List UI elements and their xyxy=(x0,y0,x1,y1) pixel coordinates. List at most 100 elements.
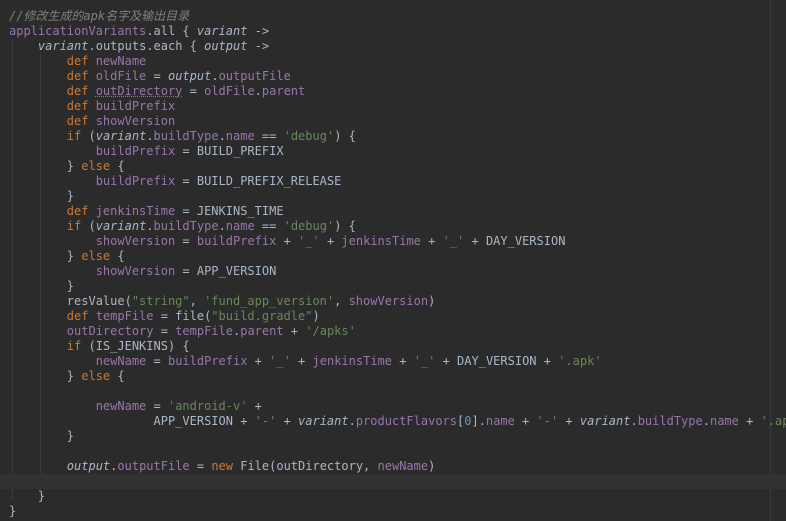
code-token: + xyxy=(276,414,299,428)
code-token: + xyxy=(283,324,306,338)
code-token: buildType xyxy=(153,129,219,143)
code-line[interactable]: if (variant.buildType.name == 'debug') { xyxy=(9,129,786,144)
code-token: outDirectory xyxy=(95,84,183,98)
code-token: '_' xyxy=(298,234,320,248)
code-token: newName xyxy=(95,54,147,68)
code-line[interactable]: def showVersion xyxy=(9,114,786,129)
code-token: = BUILD_PREFIX_RELEASE xyxy=(175,174,342,188)
code-token: ) xyxy=(428,459,436,473)
code-line[interactable]: APP_VERSION + '-' + variant.productFlavo… xyxy=(9,414,786,429)
code-token: variant xyxy=(95,129,147,143)
code-line[interactable]: outDirectory = tempFile.parent + '/apks' xyxy=(9,324,786,339)
code-token: '-' xyxy=(254,414,277,428)
code-token: '_' xyxy=(269,354,291,368)
code-token: { xyxy=(110,249,125,263)
code-line[interactable]: showVersion = buildPrefix + '_' + jenkin… xyxy=(9,234,786,249)
code-token: '_' xyxy=(413,354,436,368)
code-line[interactable]: buildPrefix = BUILD_PREFIX_RELEASE xyxy=(9,174,786,189)
code-token: = xyxy=(146,399,168,413)
code-token: ) { xyxy=(334,219,356,233)
code-line[interactable]: def outDirectory = oldFile.parent xyxy=(9,84,786,99)
code-token: + xyxy=(738,414,761,428)
code-line[interactable]: } xyxy=(9,429,786,444)
code-line[interactable]: } else { xyxy=(9,159,786,174)
code-line[interactable]: } xyxy=(9,279,786,294)
code-token: '_' xyxy=(442,234,465,248)
code-line[interactable] xyxy=(9,444,786,459)
code-token: buildPrefix xyxy=(95,174,176,188)
code-token: } xyxy=(66,369,82,383)
code-token: name xyxy=(225,129,255,143)
code-line[interactable]: variant.outputs.each { output -> xyxy=(9,39,786,54)
code-token: = file( xyxy=(153,309,212,323)
code-line[interactable]: } else { xyxy=(9,369,786,384)
code-line[interactable]: applicationVariants.all { variant -> xyxy=(9,24,786,39)
code-token: + xyxy=(514,414,537,428)
code-line[interactable]: def buildPrefix xyxy=(9,99,786,114)
code-line[interactable]: //修改生成的apk名字及输出目录 xyxy=(9,9,786,24)
code-line[interactable]: } xyxy=(9,489,786,504)
code-line[interactable]: showVersion = APP_VERSION xyxy=(9,264,786,279)
code-token: variant xyxy=(196,24,248,38)
code-token: '.apk' xyxy=(558,354,602,368)
code-token: + xyxy=(392,354,414,368)
code-line[interactable]: output.outputFile = new File(outDirector… xyxy=(9,459,786,474)
code-area[interactable]: //修改生成的apk名字及输出目录 applicationVariants.all… xyxy=(0,9,786,519)
code-token: = xyxy=(175,234,197,248)
code-line[interactable]: newName = buildPrefix + '_' + jenkinsTim… xyxy=(9,354,786,369)
code-token: = JENKINS_TIME xyxy=(175,204,284,218)
code-token: outDirectory xyxy=(66,324,154,338)
code-line[interactable]: buildPrefix = BUILD_PREFIX xyxy=(9,144,786,159)
code-token: . xyxy=(348,414,356,428)
code-line[interactable]: if (variant.buildType.name == 'debug') { xyxy=(9,219,786,234)
code-line[interactable]: newName = 'android-v' + xyxy=(9,399,786,414)
code-line[interactable]: } xyxy=(9,504,786,519)
code-token: showVersion xyxy=(348,294,429,308)
code-token: name xyxy=(709,414,739,428)
code-token: } xyxy=(66,159,82,173)
code-token: 'debug' xyxy=(283,219,335,233)
code-token: File(outDirectory, xyxy=(240,459,378,473)
code-token: variant xyxy=(37,39,89,53)
code-token: newName xyxy=(377,459,429,473)
code-line[interactable]: } else { xyxy=(9,249,786,264)
code-token: showVersion xyxy=(95,114,176,128)
code-line[interactable]: def oldFile = output.outputFile xyxy=(9,69,786,84)
code-editor[interactable]: //修改生成的apk名字及输出目录 applicationVariants.all… xyxy=(0,0,786,521)
code-token: , xyxy=(334,294,349,308)
code-token: ( xyxy=(88,219,96,233)
code-token: parent xyxy=(261,84,306,98)
code-token: , xyxy=(189,294,205,308)
code-token: + xyxy=(290,354,313,368)
code-token: ) xyxy=(312,309,320,323)
code-token: ]. xyxy=(471,414,486,428)
code-line[interactable]: if (IS_JENKINS) { xyxy=(9,339,786,354)
code-line[interactable]: def jenkinsTime = JENKINS_TIME xyxy=(9,204,786,219)
code-token: . xyxy=(211,69,219,83)
code-token: ) xyxy=(428,294,436,308)
code-token: .all { xyxy=(146,24,197,38)
code-line[interactable]: } xyxy=(9,189,786,204)
code-line[interactable]: def newName xyxy=(9,54,786,69)
code-token: def xyxy=(66,204,96,218)
code-token: + xyxy=(247,354,270,368)
code-token: } xyxy=(37,489,46,503)
code-line[interactable]: resValue("string", 'fund_app_version', s… xyxy=(9,294,786,309)
code-line[interactable] xyxy=(0,474,786,489)
code-line[interactable]: def tempFile = file("build.gradle") xyxy=(9,309,786,324)
code-token: + xyxy=(558,414,580,428)
code-token: { xyxy=(110,159,125,173)
code-token: 'fund_app_version' xyxy=(204,294,335,308)
code-token: buildType xyxy=(637,414,703,428)
code-line[interactable] xyxy=(9,384,786,399)
code-token: buildPrefix xyxy=(95,99,176,113)
